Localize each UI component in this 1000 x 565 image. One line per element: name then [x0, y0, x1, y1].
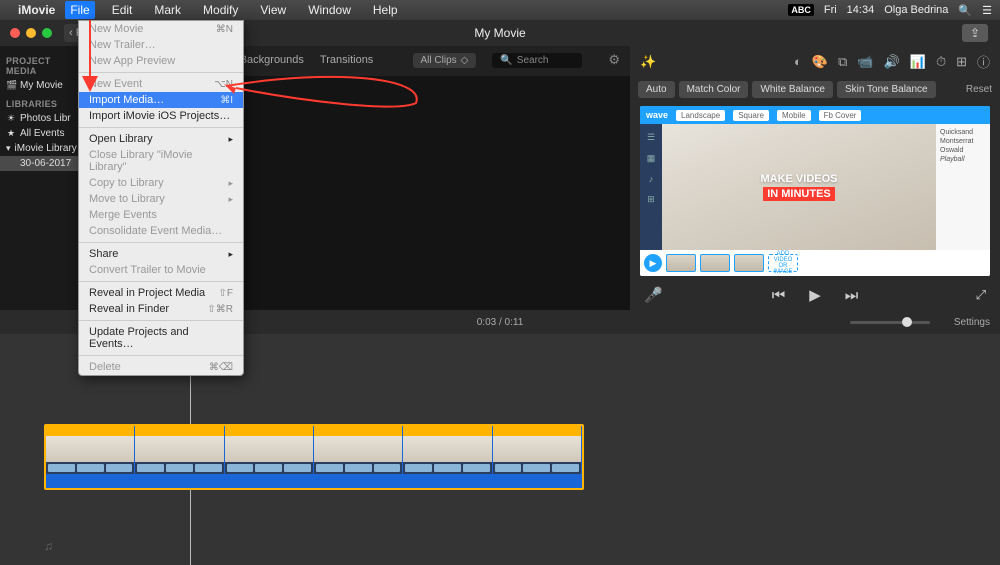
mi-new-app-preview[interactable]: New App Preview [79, 53, 243, 69]
browser-settings-icon[interactable]: ⚙ [608, 52, 620, 68]
filter-icon[interactable]: ⊞ [956, 54, 967, 70]
white-balance-button[interactable]: White Balance [752, 81, 832, 98]
close-icon[interactable] [10, 28, 20, 38]
sidebar-photos[interactable]: ☀Photos Libr [0, 111, 78, 126]
mi-import-media[interactable]: Import Media…⌘I [79, 92, 243, 108]
search-input[interactable]: 🔍 Search [492, 53, 582, 68]
info-icon[interactable]: ⓘ [977, 52, 990, 71]
menubar-time: 14:34 [847, 4, 875, 16]
mi-new-event[interactable]: New Event⌥N [79, 76, 243, 92]
voiceover-icon[interactable]: 🎤 [644, 286, 663, 304]
menu-file[interactable]: File [65, 1, 94, 19]
mi-delete[interactable]: Delete⌘⌫ [79, 359, 243, 375]
color-correction-icon[interactable]: 🎨 [812, 54, 828, 70]
spotlight-icon[interactable]: 🔍 [958, 4, 972, 17]
input-source-indicator[interactable]: ABC [788, 4, 814, 16]
mi-merge-events[interactable]: Merge Events [79, 207, 243, 223]
mi-close-library[interactable]: Close Library "iMovie Library" [79, 147, 243, 175]
speed-icon[interactable]: ⏱ [936, 54, 946, 70]
auto-button[interactable]: Auto [638, 81, 675, 98]
mi-move-to-library[interactable]: Move to Library▸ [79, 191, 243, 207]
next-button[interactable]: ⏭ [845, 287, 859, 304]
menu-mark[interactable]: Mark [149, 1, 186, 19]
menu-help[interactable]: Help [368, 1, 403, 19]
wave-logo: wave [646, 110, 668, 120]
project-media-header: PROJECT MEDIA [0, 50, 78, 78]
project-title: My Movie [474, 26, 525, 40]
fullscreen-icon[interactable]: ⤢ [976, 287, 986, 303]
mi-reveal-finder[interactable]: Reveal in Finder⇧⌘R [79, 301, 243, 317]
zoom-slider[interactable] [850, 321, 930, 324]
preview-headline-1: MAKE VIDEOS [760, 173, 837, 185]
wave-side-icon: ☰ [647, 132, 655, 143]
wave-tab-landscape: Landscape [676, 110, 725, 121]
crop-icon[interactable]: ⧉ [838, 54, 847, 70]
wave-add-clip: ADD VIDEO OR IMAGE [768, 254, 798, 272]
timecode: 0:03 / 0:11 [477, 317, 524, 328]
mi-new-trailer[interactable]: New Trailer… [79, 37, 243, 53]
mi-update-projects[interactable]: Update Projects and Events… [79, 324, 243, 352]
play-button[interactable]: ▶ [809, 286, 821, 304]
tab-transitions[interactable]: Transitions [320, 54, 373, 66]
menubar-user[interactable]: Olga Bedrina [884, 4, 948, 16]
file-menu-dropdown: New Movie⌘N New Trailer… New App Preview… [78, 20, 244, 376]
mi-new-movie[interactable]: New Movie⌘N [79, 21, 243, 37]
reset-button[interactable]: Reset [966, 84, 992, 95]
preview-video[interactable]: wave Landscape Square Mobile Fb Cover ☰ … [640, 106, 990, 276]
wave-tab-square: Square [733, 110, 769, 121]
all-clips-dropdown[interactable]: All Clips◇ [413, 53, 477, 68]
magic-wand-icon[interactable]: ✨ [640, 54, 656, 70]
sidebar-project[interactable]: 🎬My Movie [0, 78, 78, 93]
tab-backgrounds[interactable]: Backgrounds [240, 54, 304, 66]
wave-tab-fbcover: Fb Cover [819, 110, 862, 121]
share-button[interactable]: ⇪ [962, 24, 988, 42]
menu-modify[interactable]: Modify [198, 1, 243, 19]
mi-open-library[interactable]: Open Library▸ [79, 131, 243, 147]
notifications-icon[interactable]: ☰ [982, 4, 992, 17]
menubar-day: Fri [824, 4, 837, 16]
prev-button[interactable]: ⏮ [772, 287, 786, 304]
wave-thumb [734, 254, 764, 272]
sidebar-imovie-library[interactable]: ▾iMovie Library [0, 141, 78, 156]
window-controls [10, 28, 52, 38]
match-color-button[interactable]: Match Color [679, 81, 749, 98]
wave-play-icon: ▶ [644, 254, 662, 272]
mi-copy-to-library[interactable]: Copy to Library▸ [79, 175, 243, 191]
app-name[interactable]: iMovie [18, 3, 55, 17]
menu-edit[interactable]: Edit [107, 1, 138, 19]
wave-thumb [700, 254, 730, 272]
mi-import-ios[interactable]: Import iMovie iOS Projects… [79, 108, 243, 124]
sidebar-all-events[interactable]: ★All Events [0, 126, 78, 141]
menu-view[interactable]: View [255, 1, 291, 19]
skin-tone-button[interactable]: Skin Tone Balance [837, 81, 936, 98]
timeline-settings-button[interactable]: Settings [954, 317, 990, 328]
wave-tab-mobile: Mobile [777, 110, 811, 121]
mac-menubar: iMovie File Edit Mark Modify View Window… [0, 0, 1000, 20]
noise-icon[interactable]: 📊 [910, 54, 926, 70]
stabilize-icon[interactable]: 📹 [857, 54, 873, 70]
zoom-icon[interactable] [42, 28, 52, 38]
music-track-icon[interactable]: ♫ [44, 539, 53, 553]
preview-headline-2: IN MINUTES [763, 187, 835, 201]
mi-share[interactable]: Share▸ [79, 246, 243, 262]
mi-reveal-project[interactable]: Reveal in Project Media⇧F [79, 285, 243, 301]
preview-panel: ✨ ◐ 🎨 ⧉ 📹 🔊 📊 ⏱ ⊞ ⓘ Auto Match Color Whi… [630, 46, 1000, 310]
libraries-header: LIBRARIES [0, 93, 78, 111]
wave-side-icon: ⊞ [647, 194, 655, 205]
sidebar-event-selected[interactable]: 30-06-2017 [0, 156, 78, 171]
color-balance-icon[interactable]: ◐ [794, 54, 802, 69]
mi-convert-trailer[interactable]: Convert Trailer to Movie [79, 262, 243, 278]
minimize-icon[interactable] [26, 28, 36, 38]
wave-thumb [666, 254, 696, 272]
wave-side-icon: ♪ [649, 174, 654, 184]
wave-side-icon: ▦ [647, 153, 656, 164]
library-sidebar: PROJECT MEDIA 🎬My Movie LIBRARIES ☀Photo… [0, 46, 78, 310]
timeline-clip[interactable] [44, 424, 584, 490]
menu-window[interactable]: Window [303, 1, 356, 19]
mi-consolidate[interactable]: Consolidate Event Media… [79, 223, 243, 239]
volume-icon[interactable]: 🔊 [884, 54, 900, 70]
